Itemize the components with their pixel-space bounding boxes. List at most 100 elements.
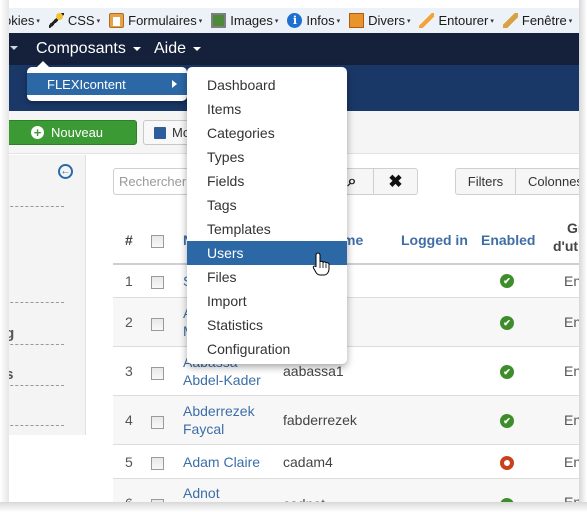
row-checkbox[interactable] — [151, 318, 164, 331]
submenu-item-fields[interactable]: Fields — [187, 169, 347, 193]
sidebar-item[interactable]: ng — [0, 323, 64, 345]
user-name-link[interactable]: Abderrezek — [183, 402, 255, 421]
chevron-right-icon — [172, 80, 177, 88]
username: cadam4 — [283, 454, 333, 470]
sidebar-item[interactable]: g — [0, 185, 64, 207]
caret-down-icon: ▾ — [96, 17, 101, 25]
toolbar-menu-forms[interactable]: Formulaires ▾ — [109, 13, 202, 28]
toolbar-menu-window[interactable]: Fenêtre ▾ — [502, 13, 573, 28]
toolbar-menu-cookies[interactable]: okies ▾ — [4, 13, 40, 28]
user-name-link-line2[interactable]: Faycal — [183, 420, 224, 439]
sidebar-item[interactable] — [0, 404, 64, 426]
nav-menu-components[interactable]: Composants — [36, 40, 141, 58]
row-number: 1 — [125, 273, 133, 289]
frame-edge — [0, 502, 587, 512]
row-checkbox[interactable] — [151, 276, 164, 289]
browser-extension-toolbar: okies ▾ CSS ▾ Formulaires ▾ Images ▾ i Infos… — [0, 8, 587, 33]
submenu-item-templates[interactable]: Templates — [187, 217, 347, 241]
caret-down-icon: ▾ — [198, 17, 203, 25]
row-checkbox[interactable] — [151, 367, 164, 380]
user-name-link[interactable]: Adam Claire — [183, 453, 260, 472]
menu-item-flexicontent[interactable]: FLEXIcontent — [27, 73, 187, 95]
table-row: 3 Aabassa Abdel-Kader aabassa1 ✔ En — [113, 347, 583, 396]
new-button-label: Nouveau — [51, 125, 104, 140]
column-header-group-line2: d'uti — [553, 238, 582, 254]
plus-circle-icon: + — [31, 126, 44, 139]
menu-item-label: FLEXIcontent — [47, 77, 126, 92]
clipboard-icon — [109, 13, 125, 28]
username: fabderrezek — [283, 412, 357, 428]
caret-down-icon: ▾ — [568, 17, 573, 25]
caret-down-icon — [10, 46, 18, 50]
toolbar-label: Formulaires — [128, 13, 197, 28]
admin-navbar: Composants Aide — [0, 33, 580, 65]
caret-down-icon — [193, 47, 202, 51]
enabled-check-icon[interactable]: ✔ — [500, 316, 514, 330]
toolbar-label: Entourer — [438, 13, 489, 28]
caret-down-icon — [132, 47, 141, 51]
clear-search-button[interactable]: ✖ — [373, 168, 418, 195]
sidebar: ← g ng ps — [0, 155, 86, 435]
nav-label: Aide — [154, 40, 187, 57]
toolbar-menu-outline[interactable]: Entourer ▾ — [419, 13, 494, 28]
pencil-icon — [419, 13, 435, 28]
user-name-link-line2[interactable]: Abdel-Kader — [183, 371, 261, 390]
toolbar-label: Divers — [368, 13, 405, 28]
screenshot-frame: okies ▾ CSS ▾ Formulaires ▾ Images ▾ i Infos… — [0, 0, 587, 512]
submenu-item-categories[interactable]: Categories — [187, 121, 347, 145]
submenu-item-dashboard[interactable]: Dashboard — [187, 73, 347, 97]
enabled-check-icon[interactable]: ✔ — [500, 365, 514, 379]
table-row: 5 Adam Claire cadam4 En — [113, 445, 583, 479]
submenu-item-types[interactable]: Types — [187, 145, 347, 169]
row-checkbox[interactable] — [151, 416, 164, 429]
table-row: 2 A M ongo ✔ En — [113, 298, 583, 347]
image-icon — [211, 13, 227, 28]
caret-down-icon: ▾ — [490, 17, 494, 25]
close-icon: ✖ — [388, 172, 403, 191]
row-number: 3 — [125, 363, 133, 379]
select-all-checkbox[interactable] — [151, 235, 164, 248]
toolbar-menu-css[interactable]: CSS ▾ — [48, 13, 101, 28]
row-checkbox[interactable] — [151, 457, 164, 470]
row-number: 4 — [125, 412, 133, 428]
submenu-item-configuration[interactable]: Configuration — [187, 337, 347, 361]
collapse-sidebar-icon[interactable]: ← — [58, 164, 73, 179]
user-name-link[interactable]: Adnot — [183, 484, 220, 503]
nav-menu-help[interactable]: Aide — [154, 40, 202, 58]
disabled-status-icon[interactable] — [500, 456, 514, 470]
submenu-item-import[interactable]: Import — [187, 289, 347, 313]
toolbar-label: Fenêtre — [521, 13, 567, 28]
toolbar-menu-misc[interactable]: Divers ▾ — [349, 13, 410, 28]
username: aabassa1 — [283, 363, 344, 379]
info-icon: i — [287, 13, 303, 28]
column-header-enabled[interactable]: Enabled — [481, 232, 535, 248]
enabled-check-icon[interactable]: ✔ — [500, 414, 514, 428]
submenu-item-tags[interactable]: Tags — [187, 193, 347, 217]
enabled-check-icon[interactable]: ✔ — [500, 274, 514, 288]
sidebar-item[interactable]: ps — [0, 364, 64, 386]
toolbar-menu-images[interactable]: Images ▾ — [211, 13, 278, 28]
frame-edge — [0, 0, 9, 512]
ruler-icon — [502, 13, 518, 28]
submenu-item-items[interactable]: Items — [187, 97, 347, 121]
column-header-logged-in[interactable]: Logged in — [401, 232, 468, 248]
edit-icon — [154, 126, 166, 139]
toolbar-menu-info[interactable]: i Infos ▾ — [287, 13, 340, 28]
filters-button[interactable]: Filters — [455, 168, 516, 195]
flexicontent-submenu: Dashboard Items Categories Types Fields … — [187, 67, 347, 364]
caret-down-icon: ▾ — [336, 17, 341, 25]
toolbar-label: CSS — [67, 13, 95, 28]
wand-icon — [48, 13, 64, 28]
caret-down-icon: ▾ — [406, 17, 411, 25]
book-icon — [349, 13, 365, 28]
columns-button[interactable]: Colonnes — [515, 168, 585, 195]
search-icon: ⌕ — [347, 173, 357, 190]
hand-cursor-icon — [312, 252, 330, 276]
column-header-number: # — [125, 232, 133, 248]
submenu-item-statistics[interactable]: Statistics — [187, 313, 347, 337]
caret-down-icon: ▾ — [274, 17, 279, 25]
toolbar-label: Images — [230, 13, 273, 28]
caret-down-icon: ▾ — [36, 17, 40, 25]
new-button[interactable]: + Nouveau — [0, 120, 137, 145]
sidebar-item[interactable] — [0, 281, 64, 303]
